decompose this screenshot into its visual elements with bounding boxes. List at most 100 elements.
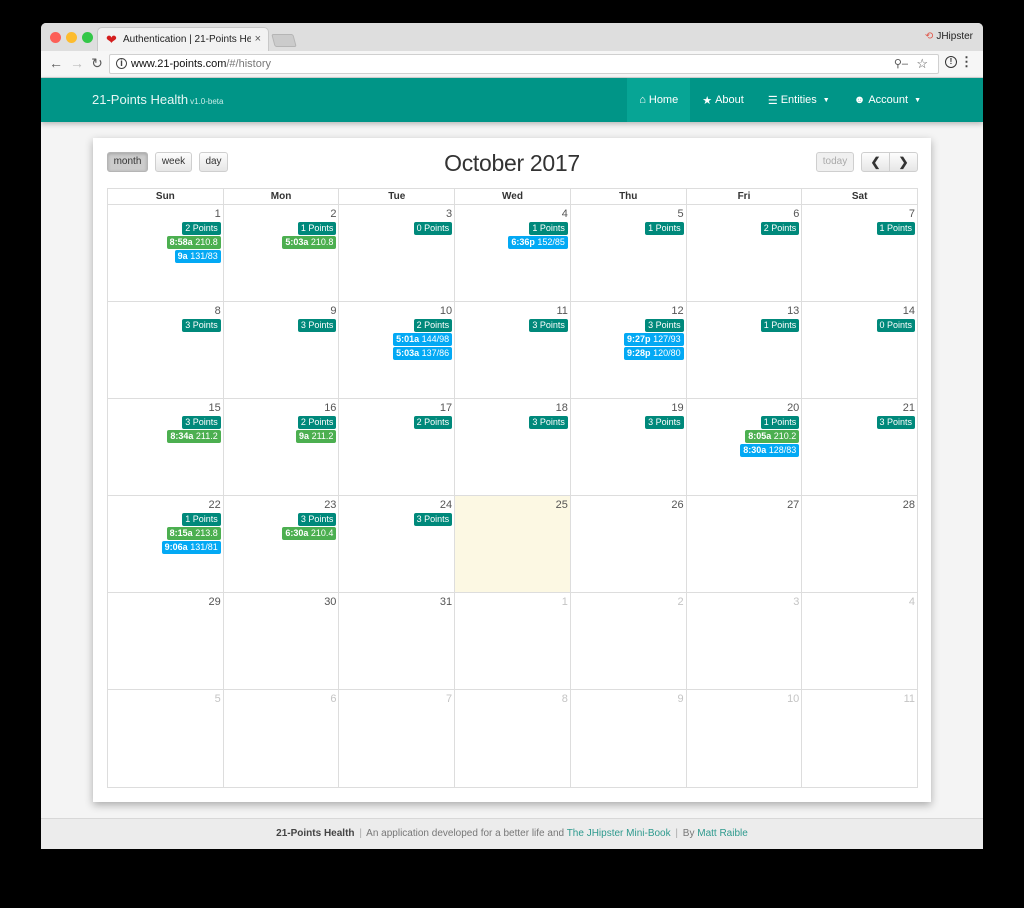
day-cell[interactable]: 26 (569, 496, 686, 592)
day-cell[interactable]: 12 3 Points 9:27p 127/93 9:28p 120/80 (569, 302, 686, 398)
weight-event[interactable]: 8:05a 210.2 (745, 430, 800, 443)
day-cell[interactable]: 20 1 Points 8:05a 210.2 8:30a 128/83 (685, 399, 802, 495)
close-window-button[interactable] (50, 32, 61, 43)
day-cell[interactable]: 15 3 Points 8:34a 211.2 (108, 399, 223, 495)
points-event[interactable]: 3 Points (182, 319, 221, 332)
points-event[interactable]: 2 Points (760, 222, 800, 235)
day-cell[interactable]: 3 (685, 593, 802, 689)
next-month-button[interactable]: ❯ (889, 152, 918, 172)
day-cell[interactable]: 18 3 Points (454, 399, 570, 495)
reload-icon[interactable]: ↻ (88, 55, 106, 72)
points-event[interactable]: 1 Points (876, 222, 916, 235)
day-cell[interactable]: 8 3 Points (108, 302, 223, 398)
points-event[interactable]: 3 Points (182, 416, 221, 429)
weight-event[interactable]: 8:58a 210.8 (166, 236, 221, 249)
blood-pressure-event[interactable]: 5:03a 137/86 (393, 347, 453, 360)
blood-pressure-event[interactable]: 9a 131/83 (174, 250, 221, 263)
day-cell[interactable]: 11 (801, 690, 917, 787)
day-cell[interactable]: 5 (108, 690, 223, 787)
day-cell[interactable]: 31 (338, 593, 454, 689)
day-cell[interactable]: 22 1 Points 8:15a 213.8 9:06a 131/81 (108, 496, 223, 592)
blood-pressure-event[interactable]: 5:01a 144/98 (393, 333, 453, 346)
day-cell[interactable]: 28 (801, 496, 917, 592)
day-cell-today[interactable]: 25 (454, 496, 570, 592)
blood-pressure-event[interactable]: 9:28p 120/80 (624, 347, 684, 360)
weight-event[interactable]: 5:03a 210.8 (282, 236, 337, 249)
day-cell[interactable]: 4 (801, 593, 917, 689)
jhipster-book-link[interactable]: The JHipster Mini-Book (567, 828, 671, 839)
points-event[interactable]: 2 Points (182, 222, 221, 235)
blood-pressure-event[interactable]: 9:27p 127/93 (624, 333, 684, 346)
day-cell[interactable]: 5 1 Points (569, 205, 686, 301)
blood-pressure-event[interactable]: 6:36p 152/85 (508, 236, 568, 249)
weight-event[interactable]: 8:15a 213.8 (166, 527, 221, 540)
points-event[interactable]: 1 Points (529, 222, 568, 235)
points-event[interactable]: 2 Points (297, 416, 337, 429)
profile-button[interactable]: ⟲ JHipster (925, 31, 973, 42)
day-cell[interactable]: 21 3 Points (801, 399, 917, 495)
day-cell[interactable]: 16 2 Points 9a 211.2 (222, 399, 339, 495)
day-cell[interactable]: 29 (108, 593, 223, 689)
day-cell[interactable]: 10 (685, 690, 802, 787)
author-link[interactable]: Matt Raible (697, 828, 748, 839)
blood-pressure-event[interactable]: 8:30a 128/83 (740, 444, 800, 457)
points-event[interactable]: 3 Points (529, 416, 568, 429)
day-cell[interactable]: 2 1 Points 5:03a 210.8 (222, 205, 339, 301)
day-cell[interactable]: 12 Points 8:58a 210.8 9a 131/83 (108, 205, 223, 301)
day-cell[interactable]: 11 3 Points (454, 302, 570, 398)
points-event[interactable]: 3 Points (413, 513, 453, 526)
day-cell[interactable]: 27 (685, 496, 802, 592)
day-cell[interactable]: 24 3 Points (338, 496, 454, 592)
bookmark-star-icon[interactable]: ☆ (916, 56, 928, 72)
key-icon[interactable]: ⚲– (894, 57, 908, 70)
day-cell[interactable]: 23 3 Points 6:30a 210.4 (222, 496, 339, 592)
back-arrow-icon[interactable]: ← (47, 55, 65, 71)
browser-tab[interactable]: ❤ Authentication | 21-Points Hea × (97, 27, 269, 51)
points-event[interactable]: 3 Points (529, 319, 568, 332)
nav-about[interactable]: ★ About (690, 78, 756, 122)
day-cell[interactable]: 7 1 Points (801, 205, 917, 301)
day-cell[interactable]: 3 0 Points (338, 205, 454, 301)
points-event[interactable]: 2 Points (413, 416, 453, 429)
day-cell[interactable]: 9 3 Points (222, 302, 339, 398)
tab-close-icon[interactable]: × (255, 33, 261, 45)
day-cell[interactable]: 2 (569, 593, 686, 689)
points-event[interactable]: 2 Points (413, 319, 453, 332)
menu-dots-icon[interactable]: ⋮ (960, 54, 973, 70)
blood-pressure-event[interactable]: 9:06a 131/81 (161, 541, 221, 554)
day-cell[interactable]: 10 2 Points 5:01a 144/98 5:03a 137/86 (338, 302, 454, 398)
points-event[interactable]: 3 Points (876, 416, 916, 429)
points-event[interactable]: 0 Points (876, 319, 916, 332)
points-event[interactable]: 1 Points (760, 319, 800, 332)
brand-link[interactable]: 21-Points Health v1.0-beta (92, 92, 223, 107)
nav-entities[interactable]: ☰ Entities ▼ (756, 78, 842, 122)
points-event[interactable]: 1 Points (645, 222, 684, 235)
day-cell[interactable]: 14 0 Points (801, 302, 917, 398)
points-event[interactable]: 3 Points (645, 416, 684, 429)
maximize-window-button[interactable] (82, 32, 93, 43)
day-cell[interactable]: 6 (222, 690, 339, 787)
forward-arrow-icon[interactable]: → (68, 55, 86, 71)
info-icon[interactable]: i (116, 58, 127, 69)
day-cell[interactable]: 17 2 Points (338, 399, 454, 495)
nav-account[interactable]: ☻ Account ▼ (842, 78, 933, 122)
extension-icon[interactable]: ! (945, 56, 957, 68)
points-event[interactable]: 0 Points (413, 222, 453, 235)
nav-home[interactable]: ⌂ Home (627, 78, 691, 122)
weight-event[interactable]: 9a 211.2 (296, 430, 337, 443)
points-event[interactable]: 1 Points (760, 416, 800, 429)
points-event[interactable]: 1 Points (182, 513, 221, 526)
day-cell[interactable]: 4 1 Points 6:36p 152/85 (454, 205, 570, 301)
points-event[interactable]: 3 Points (297, 319, 337, 332)
url-text[interactable]: www.21-points.com/#/history (131, 58, 271, 70)
weight-event[interactable]: 8:34a 211.2 (167, 430, 221, 443)
day-cell[interactable]: 13 1 Points (685, 302, 802, 398)
day-cell[interactable]: 19 3 Points (569, 399, 686, 495)
points-event[interactable]: 3 Points (645, 319, 684, 332)
address-bar[interactable]: i www.21-points.com/#/history ⚲– ☆ (109, 54, 939, 74)
day-cell[interactable]: 8 (454, 690, 570, 787)
new-tab-button[interactable] (271, 34, 297, 47)
minimize-window-button[interactable] (66, 32, 77, 43)
weight-event[interactable]: 6:30a 210.4 (282, 527, 337, 540)
prev-month-button[interactable]: ❮ (861, 152, 890, 172)
